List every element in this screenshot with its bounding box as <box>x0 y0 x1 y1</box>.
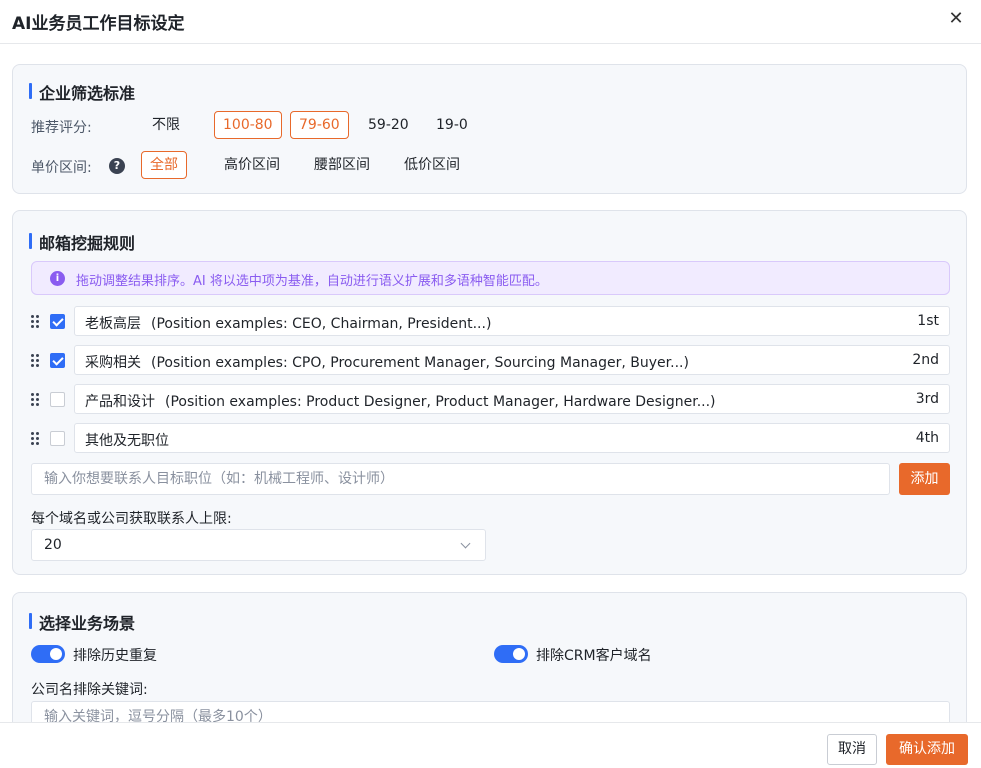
company-filter-card: 企业筛选标准 推荐评分: 不限 100-80 79-60 59-20 19-0 … <box>12 64 967 194</box>
dialog-footer: 取消 确认添加 <box>0 722 981 768</box>
cancel-button[interactable]: 取消 <box>827 734 877 765</box>
question-circle-icon[interactable]: ? <box>109 158 125 174</box>
dialog-body[interactable]: 企业筛选标准 推荐评分: 不限 100-80 79-60 59-20 19-0 … <box>0 44 981 722</box>
info-banner: i 拖动调整结果排序。AI 将以选中项为基准，自动进行语义扩展和多语种智能匹配。 <box>31 261 950 295</box>
exclude-keywords-label: 公司名排除关键词: <box>31 682 148 698</box>
info-circle-icon: i <box>50 271 65 286</box>
position-examples: (Position examples: CPO, Procurement Man… <box>151 355 689 371</box>
position-name: 产品和设计 <box>85 394 155 410</box>
close-icon[interactable]: ✕ <box>945 8 967 30</box>
add-position-button[interactable]: 添加 <box>899 463 950 495</box>
position-row-other[interactable]: 其他及无职位 4th <box>74 423 950 453</box>
score-option-19-0[interactable]: 19-0 <box>427 111 477 139</box>
price-option-high[interactable]: 高价区间 <box>215 151 289 179</box>
exclude-keywords-input[interactable] <box>31 701 950 722</box>
drag-handle-icon[interactable] <box>31 393 41 407</box>
price-label: 单价区间: <box>31 160 92 176</box>
position-rank: 4th <box>915 430 939 446</box>
exclude-crm-toggle[interactable] <box>494 645 528 663</box>
position-rank: 1st <box>917 313 939 329</box>
dialog-title: AI业务员工作目标设定 <box>12 14 185 34</box>
score-option-79-60[interactable]: 79-60 <box>290 111 349 139</box>
position-row-product-design[interactable]: 产品和设计 (Position examples: Product Designe… <box>74 384 950 414</box>
email-rules-title: 邮箱挖掘规则 <box>29 230 135 254</box>
company-filter-title: 企业筛选标准 <box>29 80 135 104</box>
chevron-down-icon <box>460 538 471 549</box>
drag-handle-icon[interactable] <box>31 354 41 368</box>
email-rules-card: 邮箱挖掘规则 i 拖动调整结果排序。AI 将以选中项为基准，自动进行语义扩展和多… <box>12 210 967 575</box>
position-examples: (Position examples: CEO, Chairman, Presi… <box>151 316 492 332</box>
position-examples: (Position examples: Product Designer, Pr… <box>165 394 716 410</box>
position-row-procurement[interactable]: 采购相关 (Position examples: CPO, Procurement… <box>74 345 950 375</box>
score-option-unlimited[interactable]: 不限 <box>143 111 189 139</box>
scenario-title: 选择业务场景 <box>29 610 135 634</box>
position-checkbox[interactable] <box>50 431 65 446</box>
position-checkbox[interactable] <box>50 353 65 368</box>
position-checkbox[interactable] <box>50 314 65 329</box>
contact-limit-label: 每个域名或公司获取联系人上限: <box>31 511 232 527</box>
scenario-card: 选择业务场景 排除历史重复 排除CRM客户域名 公司名排除关键词: <box>12 592 967 722</box>
target-position-input[interactable] <box>31 463 890 495</box>
position-rank: 3rd <box>915 391 939 407</box>
exclude-history-label: 排除历史重复 <box>73 648 157 664</box>
dialog-header: AI业务员工作目标设定 ✕ <box>0 0 981 44</box>
position-name: 老板高层 <box>85 316 141 332</box>
contact-limit-value: 20 <box>44 537 62 553</box>
exclude-crm-label: 排除CRM客户域名 <box>536 648 652 664</box>
exclude-history-toggle[interactable] <box>31 645 65 663</box>
score-option-100-80[interactable]: 100-80 <box>214 111 282 139</box>
position-checkbox[interactable] <box>50 392 65 407</box>
position-rank: 2nd <box>912 352 939 368</box>
position-name: 其他及无职位 <box>85 433 169 449</box>
price-option-mid[interactable]: 腰部区间 <box>305 151 379 179</box>
contact-limit-select[interactable]: 20 <box>31 529 486 561</box>
position-row-boss[interactable]: 老板高层 (Position examples: CEO, Chairman, P… <box>74 306 950 336</box>
position-name: 采购相关 <box>85 355 141 371</box>
drag-handle-icon[interactable] <box>31 315 41 329</box>
score-option-59-20[interactable]: 59-20 <box>359 111 418 139</box>
price-option-all[interactable]: 全部 <box>141 151 187 179</box>
price-option-low[interactable]: 低价区间 <box>395 151 469 179</box>
drag-handle-icon[interactable] <box>31 432 41 446</box>
info-text: 拖动调整结果排序。AI 将以选中项为基准，自动进行语义扩展和多语种智能匹配。 <box>76 274 548 289</box>
confirm-add-button[interactable]: 确认添加 <box>886 734 968 765</box>
score-label: 推荐评分: <box>31 120 92 136</box>
